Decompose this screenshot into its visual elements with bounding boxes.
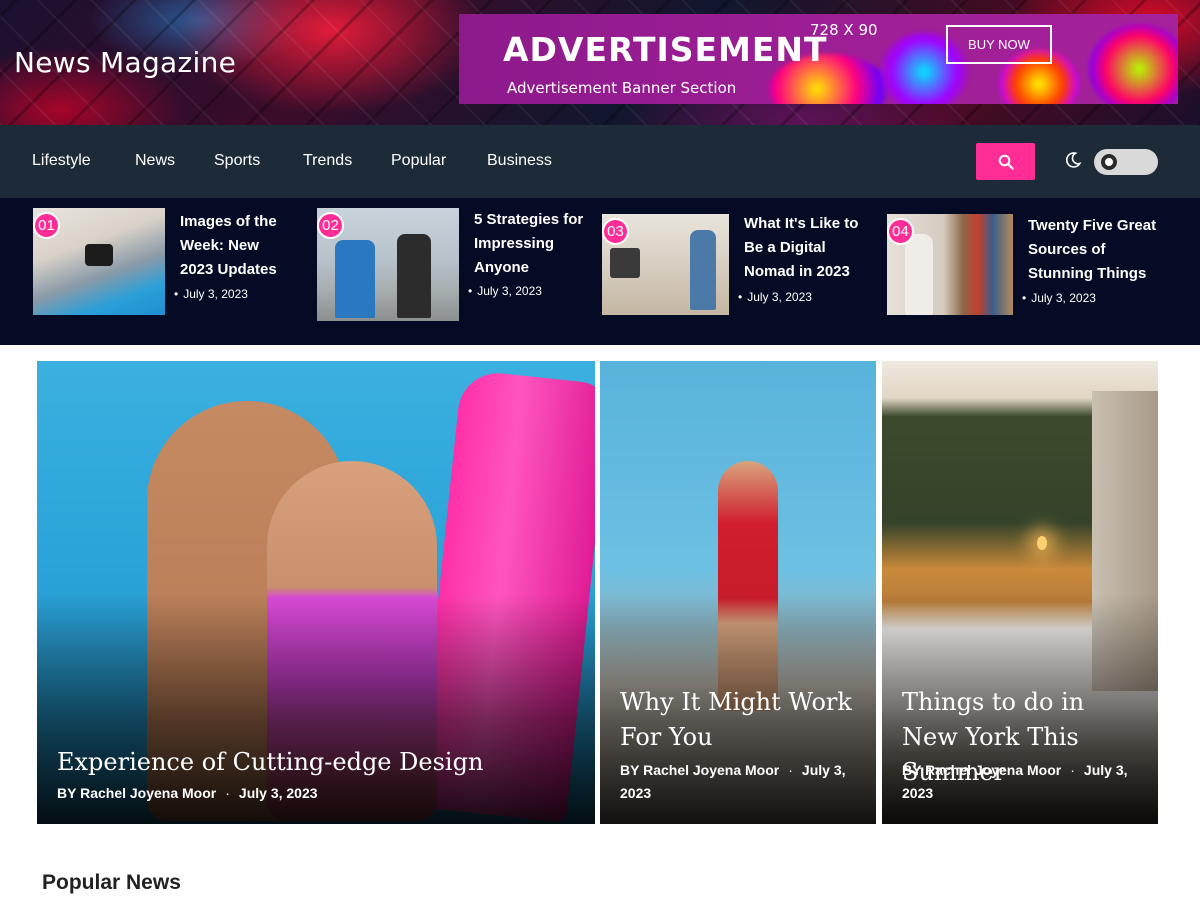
toggle-knob bbox=[1101, 154, 1117, 170]
nav-item-news[interactable]: News bbox=[135, 152, 175, 170]
ad-title: ADVERTISEMENT bbox=[503, 30, 828, 69]
buy-now-button[interactable]: BUY NOW bbox=[946, 25, 1052, 64]
trending-item[interactable]: 04 Twenty Five Great Sources of Stunning… bbox=[887, 214, 1167, 319]
nav-item-trends[interactable]: Trends bbox=[303, 152, 352, 170]
trending-title[interactable]: Twenty Five Great Sources of Stunning Th… bbox=[1028, 214, 1164, 286]
search-button[interactable] bbox=[976, 143, 1035, 180]
lamp-shape bbox=[1037, 536, 1047, 550]
ad-size-label: 728 X 90 bbox=[810, 21, 878, 39]
trending-strip: 01 Images of the Week: New 2023 Updates … bbox=[0, 198, 1200, 345]
person-shape bbox=[905, 234, 933, 315]
person-shape bbox=[335, 240, 375, 318]
featured-meta: BY Rachel Joyena Moor · July 3, 2023 bbox=[57, 782, 575, 805]
oven-shape bbox=[610, 248, 640, 278]
trending-title[interactable]: 5 Strategies for Impressing Anyone bbox=[474, 208, 590, 280]
author-name[interactable]: BY Rachel Joyena Moor bbox=[57, 785, 216, 801]
author-name[interactable]: BY Rachel Joyena Moor bbox=[620, 762, 779, 778]
author-name[interactable]: BY Rachel Joyena Moor bbox=[902, 762, 1061, 778]
meta-separator: · bbox=[225, 785, 230, 801]
trending-date: July 3, 2023 bbox=[738, 290, 812, 304]
nav-item-lifestyle[interactable]: Lifestyle bbox=[32, 152, 91, 170]
meta-separator: · bbox=[788, 762, 793, 778]
trending-item[interactable]: 01 Images of the Week: New 2023 Updates … bbox=[33, 208, 293, 318]
ad-decoration bbox=[1089, 24, 1178, 104]
trending-number: 04 bbox=[887, 218, 914, 245]
dark-mode-toggle[interactable] bbox=[1094, 149, 1158, 175]
trending-number: 03 bbox=[602, 218, 629, 245]
watch-shape bbox=[85, 244, 113, 266]
person-shape bbox=[690, 230, 716, 310]
featured-title[interactable]: Why It Might Work For You bbox=[620, 685, 856, 755]
site-title[interactable]: News Magazine bbox=[14, 46, 236, 79]
meta-separator: · bbox=[1070, 762, 1075, 778]
featured-card[interactable]: Things to do in New York This Summer BY … bbox=[882, 361, 1158, 824]
person-shape bbox=[397, 234, 431, 318]
featured-card[interactable]: Why It Might Work For You BY Rachel Joye… bbox=[600, 361, 876, 824]
featured-card[interactable]: Experience of Cutting-edge Design BY Rac… bbox=[37, 361, 595, 824]
post-date: July 3, 2023 bbox=[238, 785, 318, 801]
trending-title[interactable]: Images of the Week: New 2023 Updates bbox=[180, 210, 296, 282]
featured-title[interactable]: Experience of Cutting-edge Design bbox=[57, 745, 575, 780]
search-icon bbox=[998, 154, 1014, 170]
featured-meta: BY Rachel Joyena Moor · July 3, 2023 bbox=[902, 759, 1138, 805]
trending-number: 01 bbox=[33, 212, 60, 239]
trending-title[interactable]: What It's Like to Be a Digital Nomad in … bbox=[744, 212, 868, 284]
trending-date: July 3, 2023 bbox=[174, 287, 248, 301]
trending-date: July 3, 2023 bbox=[468, 284, 542, 298]
moon-icon bbox=[1065, 152, 1082, 168]
popular-news-heading: Popular News bbox=[42, 871, 181, 894]
trending-item[interactable]: 02 5 Strategies for Impressing Anyone Ju… bbox=[317, 208, 589, 323]
site-header: News Magazine ADVERTISEMENT Advertisemen… bbox=[0, 0, 1200, 125]
nav-item-business[interactable]: Business bbox=[487, 152, 552, 170]
advertisement-banner[interactable]: ADVERTISEMENT Advertisement Banner Secti… bbox=[459, 14, 1178, 104]
trending-date: July 3, 2023 bbox=[1022, 291, 1096, 305]
main-navigation: Lifestyle News Sports Trends Popular Bus… bbox=[0, 125, 1200, 198]
nav-item-sports[interactable]: Sports bbox=[214, 152, 260, 170]
featured-meta: BY Rachel Joyena Moor · July 3, 2023 bbox=[620, 759, 856, 805]
trending-number: 02 bbox=[317, 212, 344, 239]
trending-item[interactable]: 03 What It's Like to Be a Digital Nomad … bbox=[602, 214, 872, 319]
ad-subtitle: Advertisement Banner Section bbox=[507, 79, 737, 97]
nav-item-popular[interactable]: Popular bbox=[391, 152, 446, 170]
